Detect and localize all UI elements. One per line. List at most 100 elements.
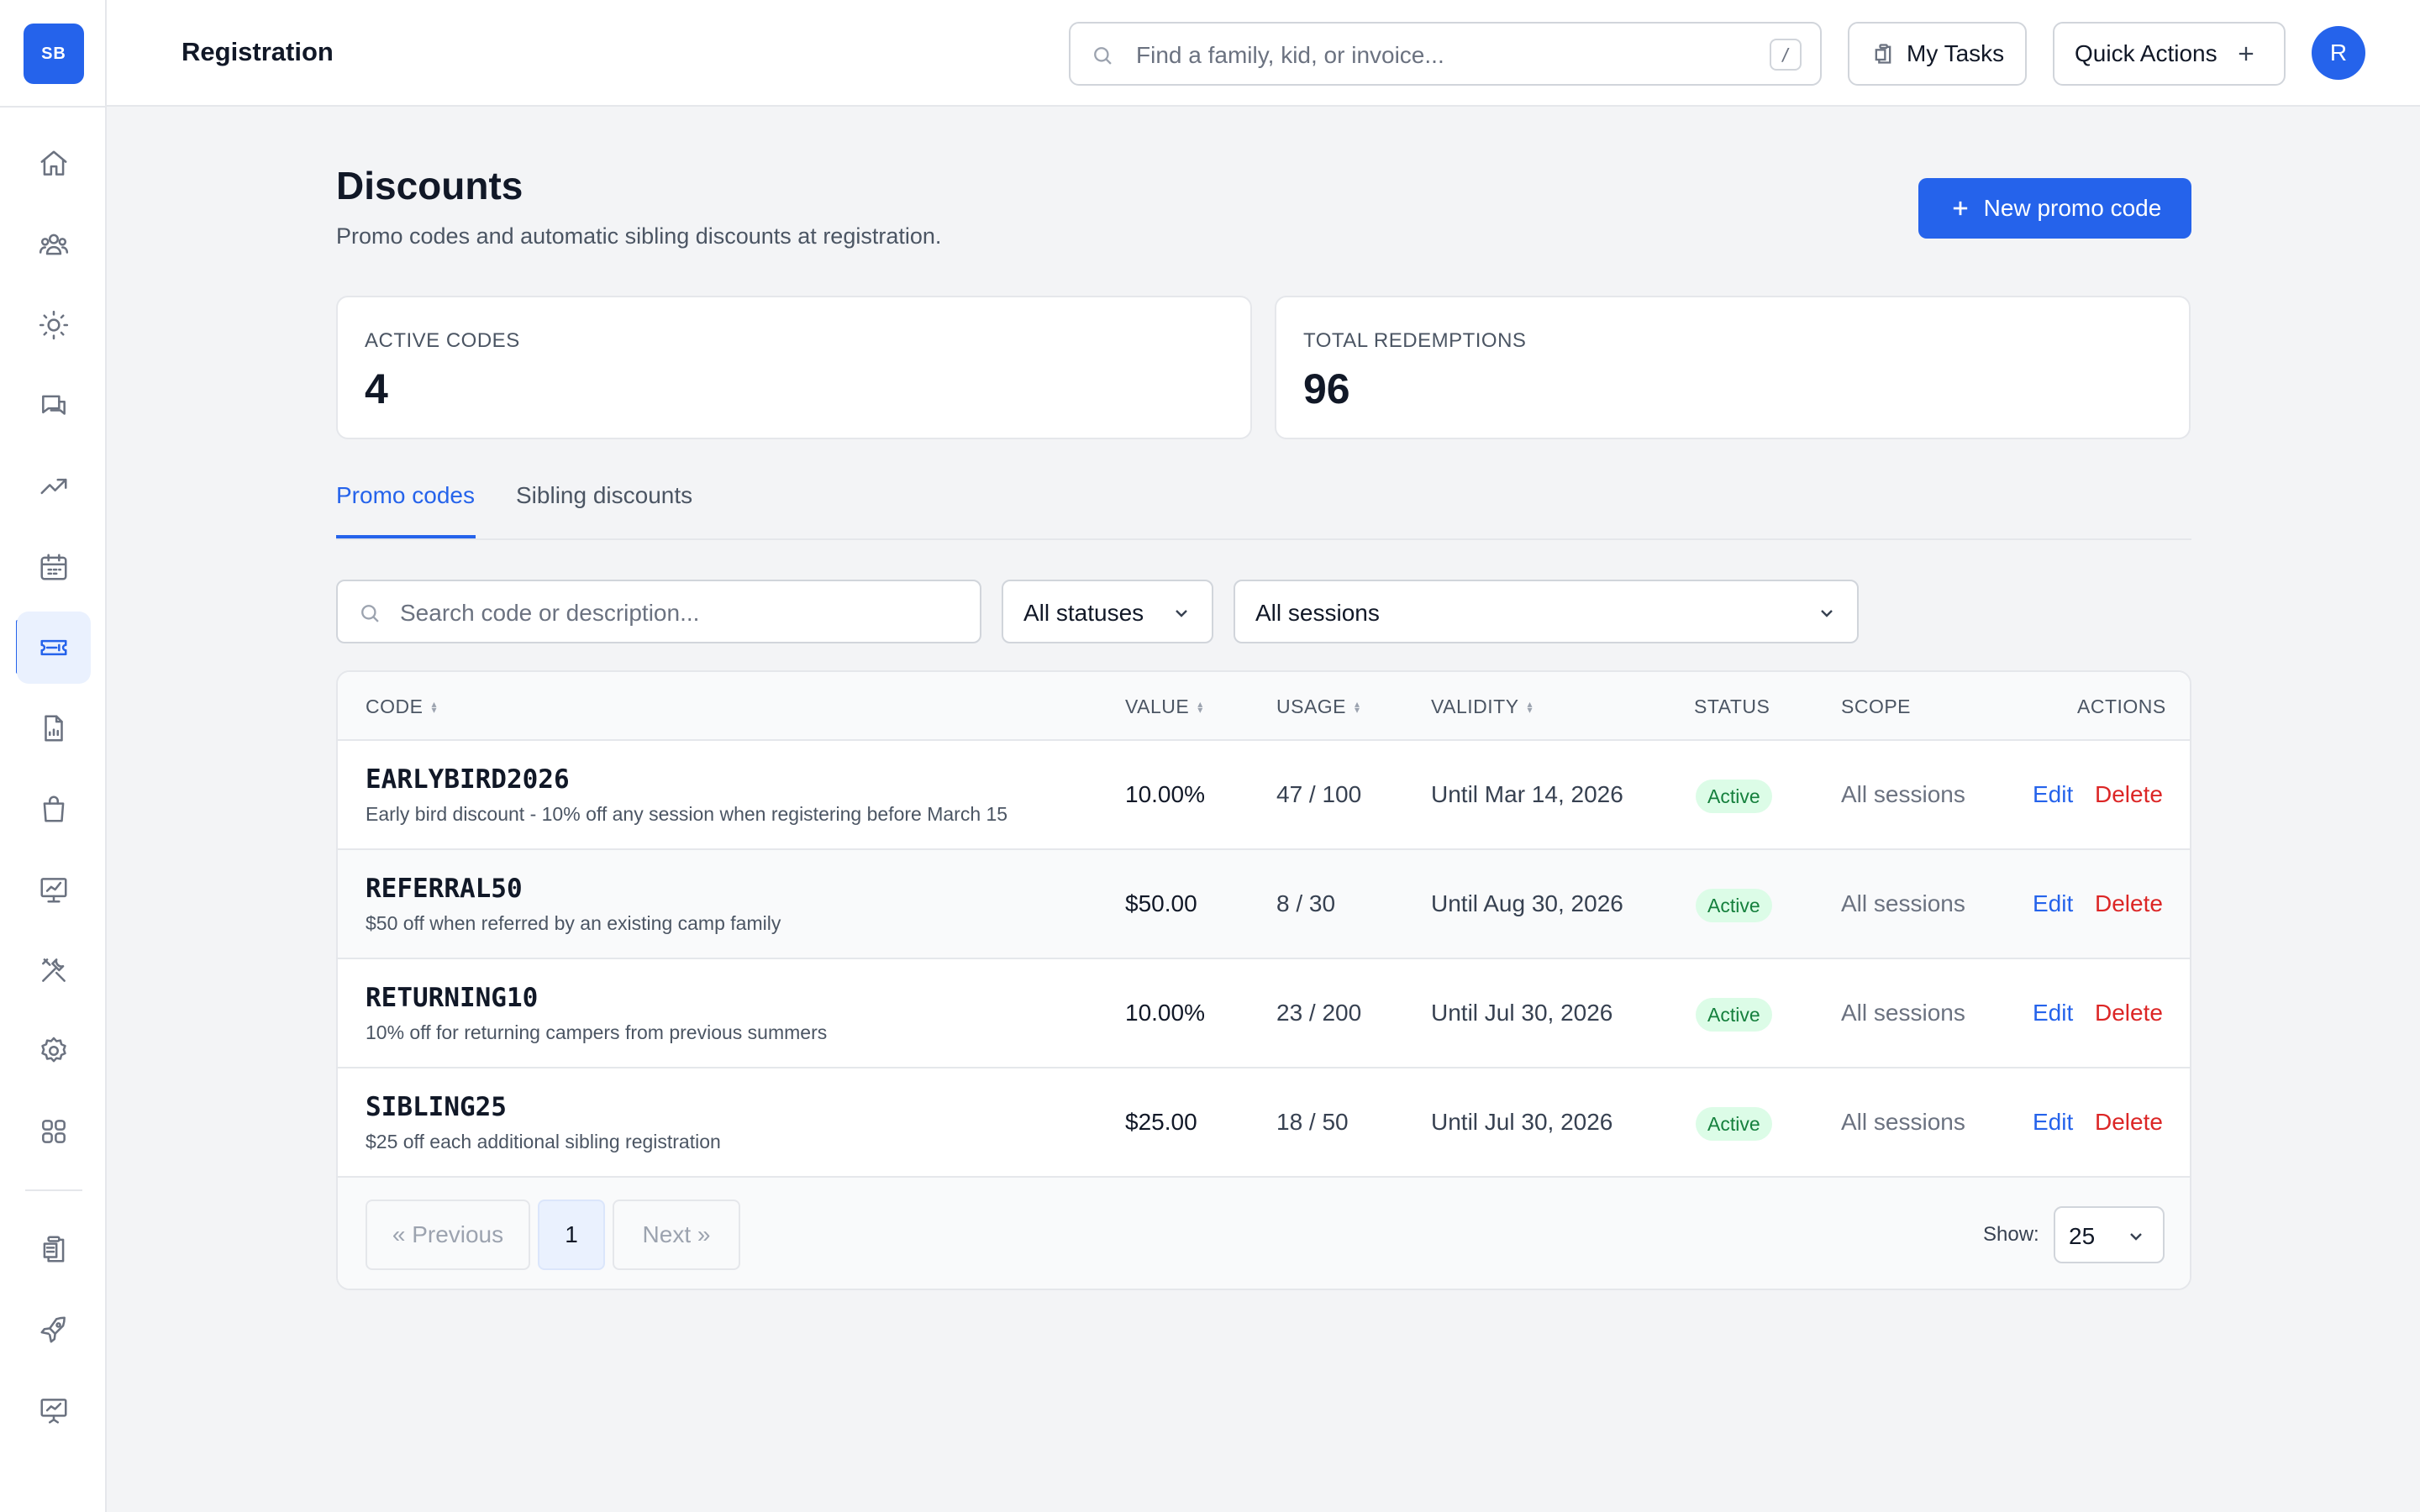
rocket-icon [40,1316,66,1343]
promo-code: RETURNING10 [366,983,539,1013]
sort-icon: ▴ ▾ [1197,697,1203,716]
analytics-board-icon [40,878,67,903]
edit-button[interactable]: Edit [2033,1109,2073,1136]
promo-codes-table: CODE ▴ ▾ VALUE ▴ ▾ USAGE ▴ ▾ VALIDITY ▴ ▾ STATUS… [336,670,2191,1290]
sidebar-item-launch[interactable] [17,1294,91,1366]
column-header-validity[interactable]: VALIDITY ▴ ▾ [1431,696,1533,718]
sidebar-item-tools[interactable] [17,934,91,1006]
code-search-input[interactable]: Search code or description... [336,580,981,643]
page-size-select[interactable]: 25 [2054,1206,2165,1263]
promo-code: SIBLING25 [366,1092,507,1122]
page-subtitle: Promo codes and automatic sibling discou… [336,223,942,249]
code-search-placeholder: Search code or description... [400,600,700,626]
promo-validity: Until Jul 30, 2026 [1431,1109,1613,1135]
my-tasks-label: My Tasks [1907,40,2005,66]
sidebar-item-tasks[interactable] [17,1213,91,1285]
chevron-down-icon [1821,610,1833,617]
tools-icon [42,958,66,982]
promo-description: Early bird discount - 10% off any sessio… [366,803,1008,825]
promo-code: EARLYBIRD2026 [366,764,570,795]
ticket-icon [40,639,67,656]
promo-description: 10% off for returning campers from previ… [366,1021,828,1043]
promo-scope: All sessions [1841,890,1965,916]
chevron-down-icon [2130,1233,2142,1241]
delete-button[interactable]: Delete [2095,1109,2163,1136]
previous-page-button[interactable]: « Previous [366,1200,530,1270]
tab-sibling-discounts[interactable]: Sibling discounts [516,482,692,509]
sidebar-item-families[interactable] [17,208,91,281]
sidebar-item-documents[interactable] [17,692,91,764]
plus-icon [1953,201,1967,216]
page-size-label: Show: [1983,1223,2039,1246]
sidebar-item-messages[interactable] [17,370,91,442]
delete-button[interactable]: Delete [2095,1000,2163,1026]
search-icon [361,605,379,622]
total-redemptions-card: TOTAL REDEMPTIONS 96 [1275,296,2191,439]
sidebar-item-analytics[interactable] [17,853,91,926]
pagination: « Previous 1 Next » Show: 25 [338,1178,2190,1289]
sidebar-item-discounts[interactable] [17,612,91,684]
sidebar-item-apps[interactable] [17,1095,91,1168]
column-header-usage[interactable]: USAGE ▴ ▾ [1276,696,1360,718]
promo-description: $50 off when referred by an existing cam… [366,912,781,934]
home-icon [40,150,67,176]
column-header-scope: SCOPE [1841,696,1912,717]
trending-up-icon [40,478,67,495]
section-title: Registration [182,37,334,66]
shopping-bag-icon [43,795,65,822]
my-tasks-button[interactable]: My Tasks [1848,22,2027,86]
promo-value: 10.00% [1125,781,1205,807]
table-row: SIBLING25 $25 off each additional siblin… [338,1068,2190,1178]
page-title: Discounts [336,164,523,207]
app-logo[interactable]: SB [24,24,84,84]
sort-icon: ▴ ▾ [1355,697,1360,716]
top-header: Registration Find a family, kid, or invo… [107,0,2420,107]
total-redemptions-value: 96 [1303,365,1350,412]
families-icon [39,234,69,255]
promo-usage: 23 / 200 [1276,1000,1362,1026]
user-avatar[interactable]: R [2312,26,2365,80]
current-page-button[interactable]: 1 [538,1200,605,1270]
promo-scope: All sessions [1841,781,1965,807]
promo-code: REFERRAL50 [366,874,523,904]
apps-grid-icon [42,1120,66,1143]
sidebar-item-camp[interactable] [17,289,91,361]
edit-button[interactable]: Edit [2033,890,2073,917]
column-header-status: STATUS [1694,696,1770,717]
clipboard-icon [43,1236,65,1263]
sort-icon: ▴ ▾ [431,697,437,716]
sidebar-section-divider [25,1189,82,1191]
sidebar-item-home[interactable] [17,128,91,200]
status-badge: Active [1696,998,1772,1032]
status-filter-select[interactable]: All statuses [1002,580,1213,643]
status-badge: Active [1696,889,1772,922]
table-row: RETURNING10 10% off for returning camper… [338,959,2190,1068]
new-promo-code-button[interactable]: New promo code [1918,178,2191,239]
promo-validity: Until Mar 14, 2026 [1431,781,1623,807]
edit-button[interactable]: Edit [2033,1000,2073,1026]
sidebar-item-presentation[interactable] [17,1374,91,1446]
quick-actions-button[interactable]: Quick Actions [2053,22,2286,86]
column-header-actions: ACTIONS [2077,696,2166,717]
next-page-button[interactable]: Next » [613,1200,740,1270]
promo-value: $50.00 [1125,890,1197,916]
column-header-value[interactable]: VALUE ▴ ▾ [1125,696,1203,718]
tab-promo-codes[interactable]: Promo codes [336,482,475,509]
promo-scope: All sessions [1841,1000,1965,1026]
sidebar-item-calendar[interactable] [17,531,91,603]
global-search-input[interactable]: Find a family, kid, or invoice... / [1069,22,1822,86]
presentation-chart-icon [40,1399,67,1424]
total-redemptions-label: TOTAL REDEMPTIONS [1303,329,1527,352]
promo-value: 10.00% [1125,1000,1205,1026]
delete-button[interactable]: Delete [2095,890,2163,917]
edit-button[interactable]: Edit [2033,781,2073,808]
table-row: REFERRAL50 $50 off when referred by an e… [338,850,2190,959]
sidebar-item-settings[interactable] [17,1015,91,1087]
active-codes-label: ACTIVE CODES [365,329,520,352]
session-filter-value: All sessions [1255,600,1380,626]
sidebar-item-reports[interactable] [17,450,91,522]
delete-button[interactable]: Delete [2095,781,2163,808]
sidebar-item-store[interactable] [17,773,91,845]
session-filter-select[interactable]: All sessions [1234,580,1859,643]
column-header-code[interactable]: CODE ▴ ▾ [366,696,437,718]
